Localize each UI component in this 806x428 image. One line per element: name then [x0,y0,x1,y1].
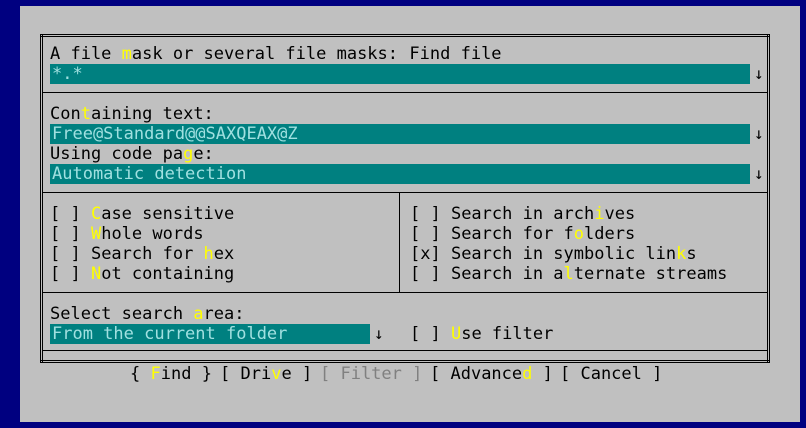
search-in-alternate-streams-checkbox[interactable]: [ ] Search in alternate streams [410,264,727,284]
search-in-archives-checkbox[interactable]: [ ] Search in archives [410,204,635,224]
code-page-select[interactable]: Automatic detection [50,164,750,184]
separator [42,292,768,293]
file-mask-label: A file mask or several file masks: [50,44,399,64]
whole-words-checkbox[interactable]: [ ] Whole words [50,224,204,244]
find-button[interactable]: { Find } [130,364,212,384]
separator [42,350,768,351]
containing-text-history-arrow-icon[interactable]: ↓ [754,124,764,144]
use-filter-checkbox[interactable]: [ ] Use filter [410,324,553,344]
file-mask-input[interactable]: *.* [50,64,750,84]
search-for-hex-checkbox[interactable]: [ ] Search for hex [50,244,234,264]
find-file-dialog: Find file A file mask or several file ma… [20,6,800,422]
advanced-button[interactable]: [ Advanced ] [430,364,553,384]
dialog-frame: Find file A file mask or several file ma… [40,26,770,384]
frame-left-border [40,34,43,363]
code-page-label: Using code page: [50,144,214,164]
file-mask-history-arrow-icon[interactable]: ↓ [754,64,764,84]
separator [42,192,768,193]
containing-text-input[interactable]: Free@Standard@@SAXQEAX@Z [50,124,750,144]
frame-right-border [767,34,770,363]
frame-bottom-border [40,360,770,363]
search-area-label: Select search area: [50,304,245,324]
not-containing-checkbox[interactable]: [ ] Not containing [50,264,234,284]
cancel-button[interactable]: [ Cancel ] [560,364,662,384]
code-page-dropdown-arrow-icon[interactable]: ↓ [754,164,764,184]
filter-button: [ Filter ] [320,364,423,384]
search-for-folders-checkbox[interactable]: [ ] Search for folders [410,224,635,244]
dialog-title: Find file [407,44,504,64]
search-area-dropdown-arrow-icon[interactable]: ↓ [374,324,384,344]
search-in-symbolic-links-checkbox[interactable]: [x] Search in symbolic links [410,244,697,264]
options-column-divider [399,192,400,292]
search-area-select[interactable]: From the current folder [50,324,370,344]
containing-text-label: Containing text: [50,104,214,124]
drive-button[interactable]: [ Drive ] [220,364,312,384]
separator [42,92,768,93]
case-sensitive-checkbox[interactable]: [ ] Case sensitive [50,204,234,224]
